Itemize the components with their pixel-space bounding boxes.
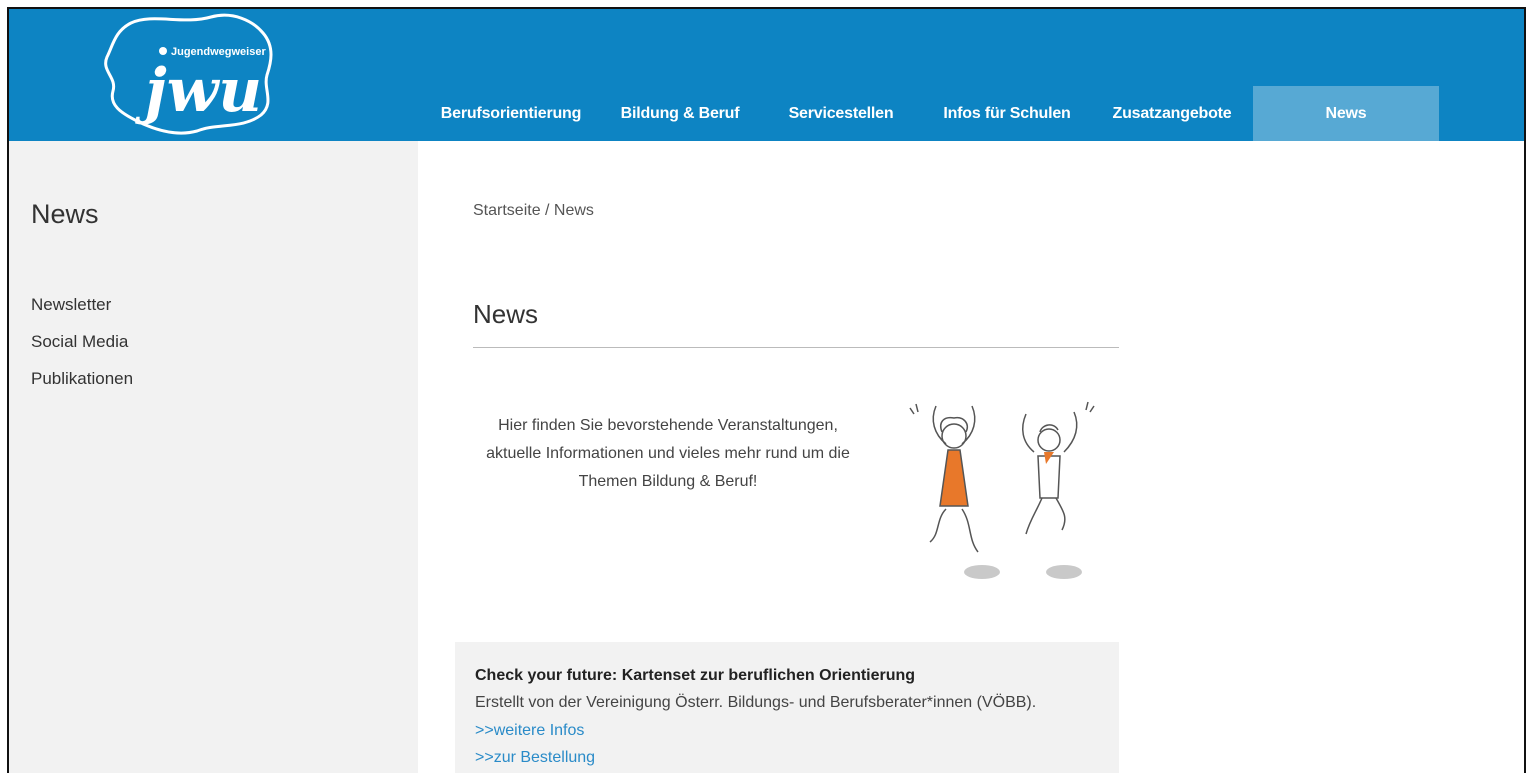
- nav-label: Infos für Schulen: [943, 104, 1071, 122]
- logo-mark-text: jwu: [135, 56, 262, 126]
- jumping-people-illustration: [894, 394, 1114, 579]
- breadcrumb[interactable]: Startseite / News: [473, 202, 594, 220]
- nav-label: Zusatzangebote: [1112, 104, 1232, 122]
- title-divider: [473, 347, 1119, 348]
- nav-item-news[interactable]: News: [1253, 86, 1439, 141]
- news-item-title: Check your future: Kartenset zur berufli…: [475, 667, 916, 684]
- nav-item-bildung-beruf[interactable]: Bildung & Beruf: [601, 86, 759, 141]
- nav-item-servicestellen[interactable]: Servicestellen: [759, 86, 923, 141]
- jumping-people-icon: [909, 401, 1095, 579]
- nav-label: Bildung & Beruf: [620, 104, 740, 122]
- main-nav: Berufsorientierung Bildung & Beruf Servi…: [421, 86, 1439, 141]
- nav-item-zusatzangebote[interactable]: Zusatzangebote: [1091, 86, 1253, 141]
- zur-bestellung-link[interactable]: >>zur Bestellung: [475, 749, 595, 767]
- intro-text: Hier finden Sie bevorstehende Veranstalt…: [486, 417, 850, 490]
- page-title: News: [473, 299, 539, 329]
- nav-item-berufsorientierung[interactable]: Berufsorientierung: [421, 86, 601, 141]
- sidebar: News Newsletter Social Media Publikation…: [9, 141, 418, 773]
- weitere-infos-link[interactable]: >>weitere Infos: [475, 722, 584, 740]
- news-item-description: Erstellt von der Vereinigung Österr. Bil…: [475, 694, 1037, 711]
- sidebar-menu: Newsletter Social Media Publikationen: [31, 286, 133, 397]
- nav-label: News: [1325, 104, 1367, 122]
- sidebar-item-newsletter[interactable]: Newsletter: [31, 286, 133, 323]
- sidebar-item-publikationen[interactable]: Publikationen: [31, 360, 133, 397]
- browser-viewport: Jugendwegweiser jwu Berufsorientierung B…: [7, 7, 1526, 773]
- site-logo[interactable]: Jugendwegweiser jwu: [93, 11, 283, 137]
- sidebar-item-social-media[interactable]: Social Media: [31, 323, 133, 360]
- nav-label: Servicestellen: [788, 104, 894, 122]
- jwu-logo-mark: Jugendwegweiser jwu: [104, 13, 273, 135]
- sidebar-title: News: [31, 199, 99, 229]
- nav-label: Berufsorientierung: [440, 104, 582, 122]
- nav-item-infos-fuer-schulen[interactable]: Infos für Schulen: [923, 86, 1091, 141]
- site-header: Jugendwegweiser jwu Berufsorientierung B…: [9, 9, 1524, 141]
- news-item: Check your future: Kartenset zur berufli…: [455, 642, 1119, 773]
